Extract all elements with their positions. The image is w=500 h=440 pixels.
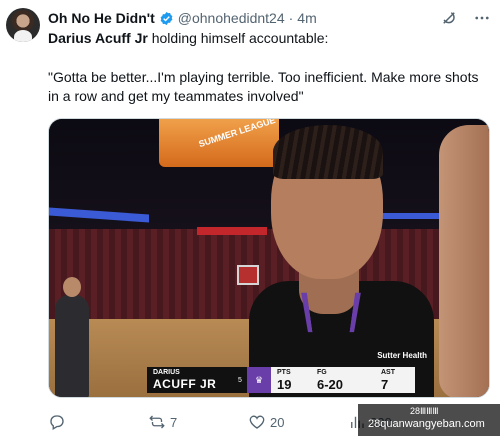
interviewer-face: [439, 125, 489, 397]
stat-label: FG: [317, 369, 327, 376]
player-number: 5: [233, 367, 247, 393]
repost-icon: [149, 415, 165, 429]
kings-logo-icon: ♛: [247, 367, 271, 393]
post-quote: "Gotta be better...I'm playing terrible.…: [48, 69, 479, 104]
repost-count: 7: [170, 414, 178, 430]
site-watermark: 28ⅢⅢⅢ 28quanwangyeban.com: [358, 404, 500, 436]
stat-lower-third: DARIUS ACUFF JR 5 ♛ PTS 19 FG 6-20 AST 7: [147, 367, 415, 393]
repost-button[interactable]: 7: [148, 412, 177, 432]
arena-red-sign: [197, 227, 267, 235]
heart-icon: [249, 415, 265, 429]
stat-label: PTS: [277, 369, 291, 376]
player-first-name: DARIUS: [153, 369, 180, 376]
post-time[interactable]: 4m: [297, 10, 316, 26]
reply-icon: [50, 415, 64, 430]
stat-label: AST: [381, 369, 395, 376]
player-last-name: ACUFF JR: [153, 377, 217, 391]
author-avatar[interactable]: [6, 8, 40, 42]
post-text-rest: holding himself accountable:: [147, 30, 329, 46]
verified-badge-icon: [160, 11, 173, 25]
stat-value: 19: [277, 377, 292, 392]
post-header: Oh No He Didn't @ohnohedidnt24 · 4m: [48, 9, 492, 27]
basketball-hoop: [237, 265, 259, 285]
post-subject: Darius Acuff Jr: [48, 30, 148, 46]
stat-value: 7: [381, 377, 389, 392]
jersey-sponsor: Sutter Health: [377, 351, 427, 360]
separator-dot: ·: [288, 10, 294, 26]
stat-ast: AST 7: [375, 367, 415, 393]
like-button[interactable]: 20: [248, 412, 284, 432]
post-text-line: Darius Acuff Jr holding himself accounta…: [48, 30, 328, 46]
stat-fg: FG 6-20: [311, 367, 375, 393]
jersey-collar: [301, 292, 361, 333]
author-handle[interactable]: @ohnohedidnt24: [178, 10, 285, 26]
player-hair: [273, 125, 383, 179]
like-count: 20: [270, 414, 285, 430]
post-video[interactable]: SUMMER LEAGUE Sutter Health DARIUS ACUFF…: [48, 118, 490, 398]
reply-button[interactable]: [48, 412, 70, 432]
player-name-block: DARIUS ACUFF JR: [147, 367, 233, 393]
watermark-line1: 28ⅢⅢⅢ: [410, 406, 439, 416]
watermark-line2: 28quanwangyeban.com: [368, 418, 485, 430]
stat-pts: PTS 19: [271, 367, 311, 393]
grok-icon[interactable]: [440, 9, 458, 27]
background-person: [55, 277, 89, 397]
more-options-icon[interactable]: [472, 9, 492, 27]
author-name[interactable]: Oh No He Didn't: [48, 10, 155, 26]
stat-value: 6-20: [317, 377, 344, 392]
